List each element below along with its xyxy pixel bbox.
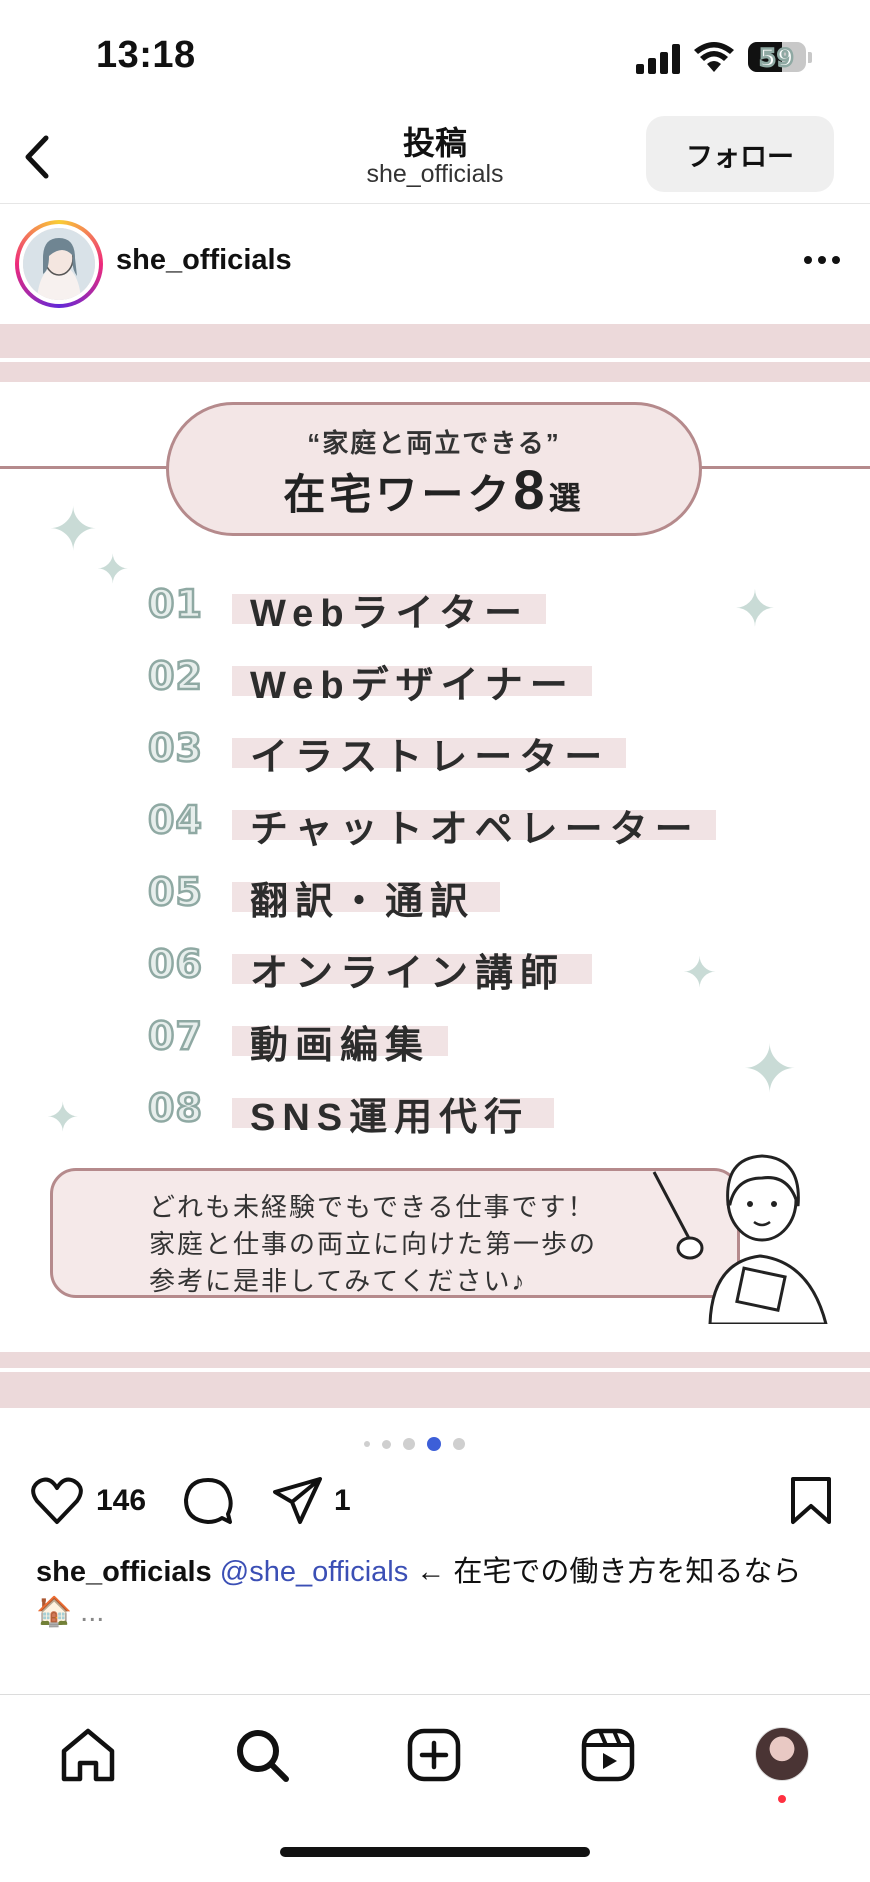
title-suffix: 選 (548, 480, 585, 516)
message-line: 参考に是非してみてください♪ (149, 1266, 527, 1296)
caption-text: ← 在宅での働き方を知るなら (408, 1556, 802, 1588)
list-item: 06 オンライン講師 (0, 936, 870, 996)
post-caption[interactable]: she_officials @she_officials ← 在宅での働き方を知… (36, 1552, 836, 1632)
battery-tip (808, 52, 812, 63)
bottom-tab-bar (0, 1694, 870, 1882)
bottom-band (0, 1352, 870, 1368)
post-author-row: she_officials (0, 204, 870, 324)
bottom-band-2 (0, 1372, 870, 1408)
home-indicator (280, 1847, 590, 1857)
carousel-dot (364, 1441, 370, 1447)
title-pill: “家庭と両立できる” 在宅ワーク8選 (166, 402, 702, 536)
carousel-dot (453, 1438, 465, 1450)
reels-icon[interactable] (578, 1725, 638, 1785)
carousel-dot (403, 1438, 415, 1450)
message-box: どれも未経験でもできる仕事です！ 家庭と仕事の両立に向けた第一歩の 参考に是非し… (50, 1168, 740, 1298)
follow-button[interactable]: フォロー (646, 116, 834, 192)
carousel-dot-active (427, 1437, 441, 1451)
comment-icon[interactable] (182, 1476, 234, 1528)
status-time: 13:18 (96, 34, 196, 76)
signal-icon (636, 44, 680, 74)
list-item: 08 SNS運用代行 (0, 1080, 870, 1140)
list-item: 02 Webデザイナー (0, 648, 870, 708)
carousel-indicator (0, 1434, 870, 1454)
caption-username[interactable]: she_officials (36, 1556, 212, 1588)
list-item: 01 Webライター (0, 576, 870, 636)
notification-dot (778, 1795, 786, 1803)
post-image[interactable]: “家庭と両立できる” 在宅ワーク8選 ✦ ✦ ✦ ✦ ✦ ✦ 01 Webライタ… (0, 324, 870, 1410)
author-avatar[interactable] (15, 220, 103, 308)
caption-more[interactable]: ... (72, 1596, 104, 1628)
title-main: 在宅ワーク8選 (283, 458, 585, 521)
like-count[interactable]: 146 (96, 1484, 146, 1518)
message-line: どれも未経験でもできる仕事です！ (149, 1192, 596, 1222)
post-header-bar: 投稿 she_officials フォロー (0, 110, 870, 204)
sparkle-icon: ✦ (48, 496, 99, 563)
list-item: 07 動画編集 (0, 1008, 870, 1068)
message-line: 家庭と仕事の両立に向けた第一歩の (149, 1229, 598, 1259)
post-actions: 146 1 (0, 1470, 870, 1540)
author-username[interactable]: she_officials (116, 244, 292, 277)
bookmark-icon[interactable] (790, 1476, 832, 1526)
share-count: 1 (334, 1484, 351, 1517)
carousel-dot (382, 1439, 391, 1449)
list-item: 04 チャットオペレーター (0, 792, 870, 852)
search-icon[interactable] (232, 1725, 292, 1785)
create-post-icon[interactable] (404, 1725, 464, 1785)
battery-icon: 59 (748, 42, 806, 72)
status-bar: 13:18 59 (0, 0, 870, 110)
teacher-illustration (652, 1154, 828, 1324)
share-icon[interactable] (272, 1476, 324, 1526)
top-band (0, 324, 870, 358)
home-icon[interactable] (58, 1725, 118, 1785)
wifi-icon (694, 42, 734, 72)
battery-percent: 59 (758, 43, 795, 72)
top-band-2 (0, 362, 870, 382)
title-number: 8 (513, 458, 549, 521)
avatar-illustration (23, 228, 95, 300)
more-options-icon[interactable] (802, 254, 842, 266)
list-item: 03 イラストレーター (0, 720, 870, 780)
list-item: 05 翻訳・通訳 (0, 864, 870, 924)
house-emoji: 🏠 (36, 1596, 73, 1628)
caption-mention[interactable]: @she_officials (220, 1556, 409, 1588)
profile-avatar[interactable] (755, 1727, 809, 1781)
heart-icon[interactable] (30, 1476, 84, 1526)
title-sub: “家庭と両立できる” (307, 428, 561, 458)
